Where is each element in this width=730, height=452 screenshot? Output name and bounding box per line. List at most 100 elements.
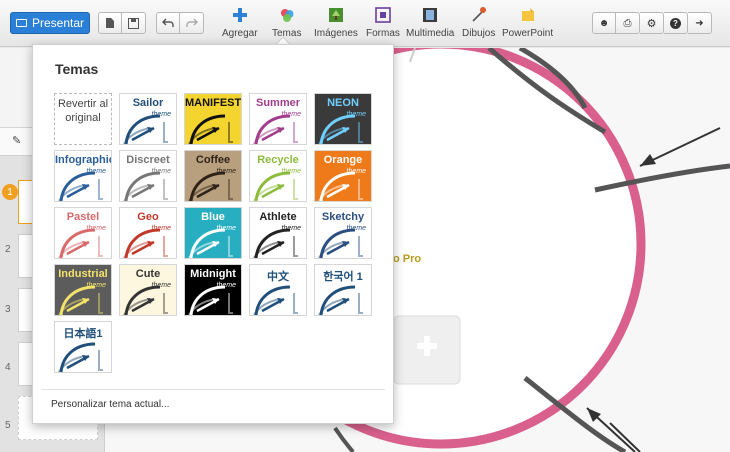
tool-drawings[interactable]: Dibujos [462,6,495,42]
revert-original-button[interactable]: Revertir al original [54,93,112,145]
tool-label: Multimedia [406,28,455,39]
undo-button[interactable] [156,12,180,34]
redo-icon [185,18,198,27]
monitor-icon [15,19,27,27]
theme-subtitle: theme [86,225,106,232]
theme-thumbnail[interactable]: Coffee theme [184,150,242,202]
theme-subtitle: theme [151,168,171,175]
theme-subtitle: theme [151,225,171,232]
theme-thumbnail[interactable]: Recycle theme [249,150,307,202]
customize-theme-link[interactable]: Personalizar tema actual... [51,399,169,410]
plus-icon [231,6,249,24]
theme-thumbnail[interactable]: Orange theme [314,150,372,202]
theme-name: Industrial [58,268,108,280]
panel-divider [41,389,385,390]
tool-label: PowerPoint [502,28,554,39]
tool-themes[interactable]: Temas [272,6,301,42]
theme-subtitle: theme [86,282,106,289]
theme-name: Blue [201,211,225,223]
help-icon: ? [670,17,681,29]
theme-name: Sailor [132,97,164,109]
save-button[interactable] [122,12,146,34]
document-icon [106,18,114,28]
exit-button[interactable]: ➜ [688,12,712,34]
settings-button[interactable]: ⚙ [640,12,664,34]
theme-thumbnail[interactable]: Summer theme [249,93,307,145]
theme-subtitle: theme [151,282,171,289]
canvas-text: o Pro [393,253,422,265]
present-button[interactable]: Presentar [10,12,90,34]
theme-subtitle: theme [346,168,366,175]
theme-thumbnail[interactable]: Athlete theme [249,207,307,259]
theme-thumbnail[interactable]: 日本語1 [54,321,112,373]
theme-name: 한국어 1 [323,271,363,283]
theme-thumbnail[interactable]: Industrial theme [54,264,112,316]
theme-thumbnail[interactable]: Cute theme [119,264,177,316]
theme-thumbnail[interactable]: Geo theme [119,207,177,259]
revert-label: Revertir al original [57,98,109,124]
theme-thumbnail[interactable]: Sailor theme [119,93,177,145]
gear-icon: ⚙ [646,17,657,30]
theme-subtitle: theme [216,225,236,232]
theme-thumbnail[interactable]: Blue theme [184,207,242,259]
tool-multimedia[interactable]: Multimedia [406,6,454,42]
theme-name: 中文 [267,271,289,283]
theme-name: Summer [255,97,301,109]
redo-button[interactable] [180,12,204,34]
theme-thumbnail[interactable]: 中文 [249,264,307,316]
theme-name: Midnight [190,268,236,280]
theme-thumbnail[interactable]: Midnight theme [184,264,242,316]
tool-label: Imágenes [314,28,358,39]
powerpoint-icon [519,6,537,24]
theme-thumbnail[interactable]: MANIFESTO [184,93,242,145]
tool-powerpoint[interactable]: PowerPoint [502,6,553,42]
theme-name: Sketchy [321,211,365,223]
new-document-button[interactable] [98,12,122,34]
theme-name: Discreet [126,154,170,166]
tool-label: Dibujos [462,28,496,39]
theme-name: Coffee [195,154,231,166]
exit-icon: ➜ [695,17,704,29]
theme-subtitle: theme [151,111,171,118]
theme-subtitle: theme [346,225,366,232]
theme-thumbnail[interactable]: 한국어 1 [314,264,372,316]
image-icon [327,6,345,24]
theme-thumbnail[interactable]: NEON theme [314,93,372,145]
film-icon [421,6,439,24]
slide-number: 3 [5,304,11,315]
palette-icon [278,6,296,24]
slide-number: 2 [5,244,11,255]
theme-thumbnail[interactable]: Pastel theme [54,207,112,259]
theme-name: Geo [137,211,159,223]
print-button[interactable]: ⎙ [616,12,640,34]
slide-number: 5 [5,420,11,431]
theme-name: Athlete [259,211,297,223]
save-icon [128,17,139,29]
share-button[interactable]: ☻ [592,12,616,34]
help-button[interactable]: ? [664,12,688,34]
shapes-icon [374,6,392,24]
tool-add[interactable]: Agregar [222,6,258,42]
theme-thumbnail[interactable]: Discreet theme [119,150,177,202]
theme-thumbnail[interactable]: Sketchy theme [314,207,372,259]
draw-icon [470,6,488,24]
slide-number: 4 [5,362,11,373]
theme-name: Infographic [55,154,112,166]
themes-panel: Temas Revertir al original Sailor theme M… [32,44,394,424]
theme-name: Cute [135,268,161,280]
theme-name: NEON [327,97,359,109]
print-icon: ⎙ [623,17,632,29]
theme-subtitle: theme [86,168,106,175]
pencil-icon: ✎ [12,135,22,147]
theme-subtitle: theme [281,168,301,175]
theme-name: Pastel [66,211,100,223]
theme-subtitle: theme [216,282,236,289]
tool-label: Agregar [222,28,258,39]
users-icon: ☻ [598,17,610,29]
panel-title: Temas [55,61,99,77]
tool-label: Formas [366,28,400,39]
theme-name: Recycle [257,154,299,166]
theme-thumbnail[interactable]: Infographic theme [54,150,112,202]
tool-images[interactable]: Imágenes [314,6,358,42]
tool-shapes[interactable]: Formas [366,6,400,42]
